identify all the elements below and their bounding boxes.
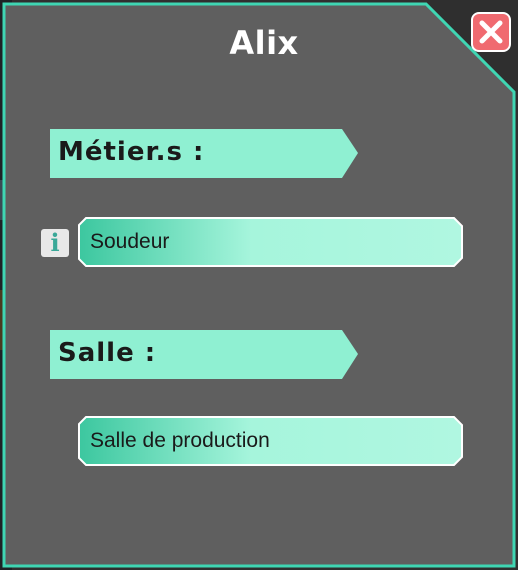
job-value: Soudeur (90, 230, 170, 253)
room-section-header: Salle : (50, 330, 360, 380)
close-button[interactable] (471, 12, 511, 52)
room-label: Salle : (58, 338, 157, 368)
room-value-field: Salle de production (78, 416, 464, 466)
dialog-panel (2, 2, 516, 568)
close-x-icon (479, 20, 503, 44)
jobs-section-header: Métier.s : (50, 129, 360, 179)
room-value: Salle de production (90, 429, 270, 452)
dialog-title: Alix (229, 24, 299, 62)
job-value-field: Soudeur (78, 217, 464, 267)
jobs-label: Métier.s : (58, 137, 205, 167)
info-icon[interactable]: i (41, 229, 69, 257)
